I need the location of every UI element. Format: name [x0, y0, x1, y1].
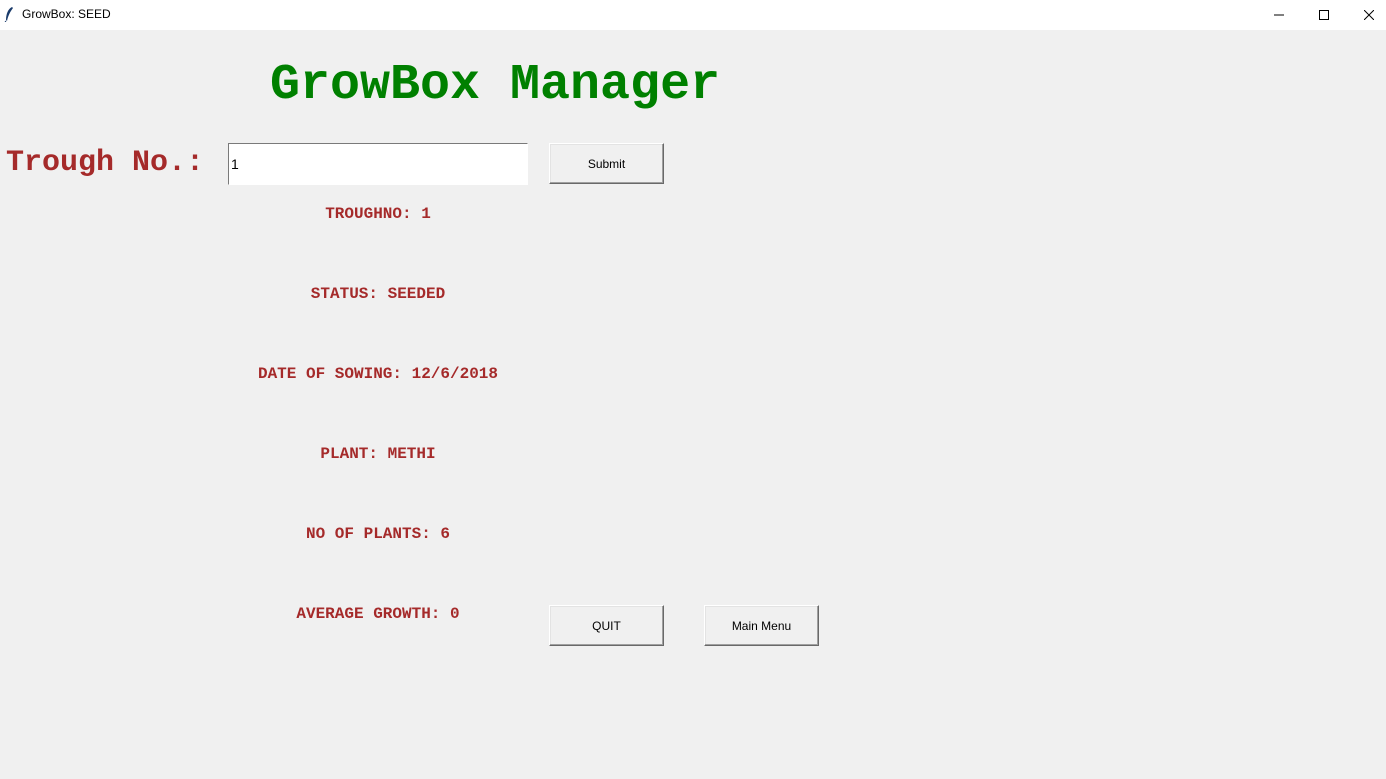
maximize-icon	[1319, 10, 1329, 20]
window-title: GrowBox: SEED	[22, 7, 111, 21]
trough-number-info: TROUGHNO: 1	[325, 205, 431, 223]
minimize-button[interactable]	[1256, 0, 1302, 30]
quit-button[interactable]: QUIT	[549, 605, 664, 646]
submit-button[interactable]: Submit	[549, 143, 664, 184]
title-bar[interactable]: GrowBox: SEED	[0, 0, 1386, 30]
close-button[interactable]	[1346, 0, 1386, 30]
app-heading: GrowBox Manager	[270, 57, 721, 114]
main-menu-button[interactable]: Main Menu	[704, 605, 819, 646]
maximize-button[interactable]	[1301, 0, 1347, 30]
feather-icon	[4, 6, 14, 23]
plant-info: PLANT: METHI	[320, 445, 436, 463]
number-of-plants-info: NO OF PLANTS: 6	[305, 525, 451, 543]
minimize-icon	[1274, 10, 1284, 20]
average-growth-info: AVERAGE GROWTH: 0	[296, 605, 460, 623]
status-info: STATUS: SEEDED	[310, 285, 446, 303]
trough-number-label: Trough No.:	[6, 146, 205, 180]
close-icon	[1364, 10, 1374, 20]
app-window: GrowBox: SEED GrowBox Manager Trough No.…	[0, 0, 1386, 779]
date-of-sowing-info: DATE OF SOWING: 12/6/2018	[257, 365, 499, 383]
trough-number-input[interactable]	[228, 143, 528, 185]
